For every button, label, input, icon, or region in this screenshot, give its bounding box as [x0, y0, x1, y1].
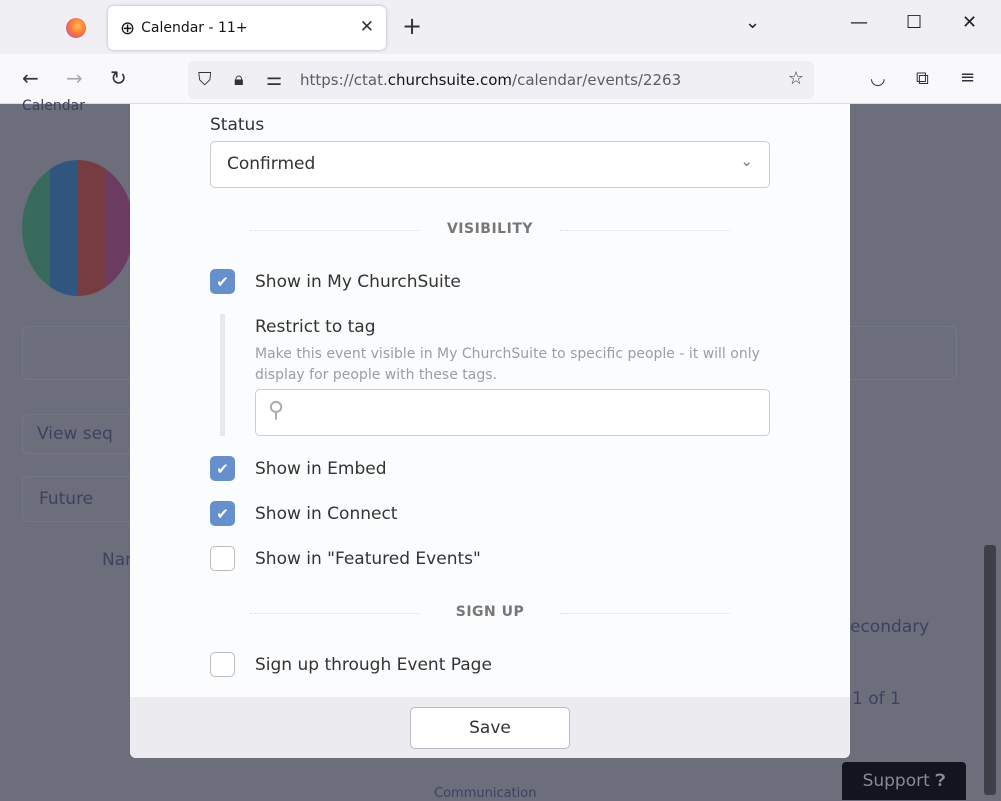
bg-nav-calendar: Calendar: [22, 98, 85, 114]
menu-icon[interactable]: ≡: [960, 67, 975, 88]
tab-title: Calendar - 11+: [141, 20, 248, 36]
check-icon: ✔: [216, 459, 229, 478]
show-my-churchsuite-label: Show in My ChurchSuite: [255, 272, 461, 292]
search-icon: ⚲: [268, 398, 285, 423]
url-domain: churchsuite.com: [387, 71, 513, 89]
show-my-churchsuite-checkbox[interactable]: ✔: [210, 269, 235, 294]
reload-icon[interactable]: ↻: [110, 66, 127, 90]
show-connect-checkbox[interactable]: ✔: [210, 501, 235, 526]
signup-event-page-checkbox[interactable]: [210, 652, 235, 677]
check-icon: ✔: [216, 504, 229, 523]
show-featured-checkbox[interactable]: [210, 546, 235, 571]
chevron-down-icon: ⌄: [740, 152, 753, 170]
status-label: Status: [210, 115, 265, 135]
show-connect-label: Show in Connect: [255, 504, 398, 524]
save-button[interactable]: Save: [410, 707, 570, 749]
extensions-icon[interactable]: ⧉: [916, 68, 929, 89]
show-embed-label: Show in Embed: [255, 459, 387, 479]
back-icon[interactable]: ←: [22, 66, 39, 90]
indent-bar: [220, 314, 225, 436]
signup-heading: SIGN UP: [250, 604, 730, 620]
forward-icon[interactable]: →: [66, 66, 83, 90]
event-logo: [22, 160, 134, 296]
bookmark-star-icon[interactable]: ☆: [788, 68, 804, 89]
restrict-tag-help: Make this event visible in My ChurchSuit…: [255, 346, 760, 383]
tab-calendar[interactable]: ⊕ Calendar - 11+ ✕: [108, 6, 386, 50]
modal-footer: Save: [130, 697, 850, 758]
support-label: Support: [862, 771, 930, 791]
url-bar[interactable]: ⛉ 🔒︎ ⚌ https://ctat.churchsuite.com/cale…: [188, 61, 814, 99]
bg-view-button: View seq: [22, 414, 142, 454]
status-select[interactable]: Confirmed ⌄: [210, 141, 770, 188]
help-icon: ❓︎: [935, 771, 946, 791]
new-tab-icon[interactable]: +: [402, 12, 422, 40]
tab-bar: ⊕ Calendar - 11+ ✕ + ⌄ — ☐ ✕: [0, 0, 1001, 54]
tag-search-input[interactable]: ⚲: [255, 389, 770, 436]
shield-icon[interactable]: ⛉: [198, 69, 212, 90]
bg-cell: econdary: [850, 617, 930, 637]
minimize-icon[interactable]: —: [850, 12, 868, 33]
globe-icon: ⊕: [120, 17, 136, 39]
visibility-heading: VISIBILITY: [250, 221, 730, 237]
pocket-icon[interactable]: ◡: [870, 68, 886, 89]
restrict-tag-label: Restrict to tag: [255, 317, 376, 337]
url-path: /calendar/events/2263: [512, 71, 682, 89]
bg-filter: Future: [22, 476, 142, 522]
show-embed-checkbox[interactable]: ✔: [210, 456, 235, 481]
maximize-icon[interactable]: ☐: [906, 12, 922, 33]
signup-event-page-label: Sign up through Event Page: [255, 655, 492, 675]
close-window-icon[interactable]: ✕: [962, 12, 977, 33]
url-prefix: https://ctat.: [300, 71, 388, 89]
check-icon: ✔: [216, 272, 229, 291]
bg-column: Nar: [102, 550, 133, 570]
scrollbar[interactable]: [984, 545, 996, 795]
bg-footer: Communication: [434, 786, 537, 801]
show-featured-label: Show in "Featured Events": [255, 549, 481, 569]
firefox-icon[interactable]: [66, 18, 86, 38]
lock-icon[interactable]: 🔒︎: [234, 69, 244, 90]
permissions-icon[interactable]: ⚌: [266, 69, 282, 90]
event-settings-modal: Status Confirmed ⌄ VISIBILITY ✔ Show in M…: [130, 104, 850, 758]
support-button[interactable]: Support ❓︎: [842, 762, 966, 800]
nav-toolbar: ← → ↻ ⛉ 🔒︎ ⚌ https://ctat.churchsuite.co…: [0, 54, 1001, 104]
bg-pagination: 1 of 1: [852, 689, 901, 709]
status-value: Confirmed: [227, 154, 316, 174]
tab-list-icon[interactable]: ⌄: [745, 12, 760, 33]
close-tab-icon[interactable]: ✕: [360, 17, 374, 37]
